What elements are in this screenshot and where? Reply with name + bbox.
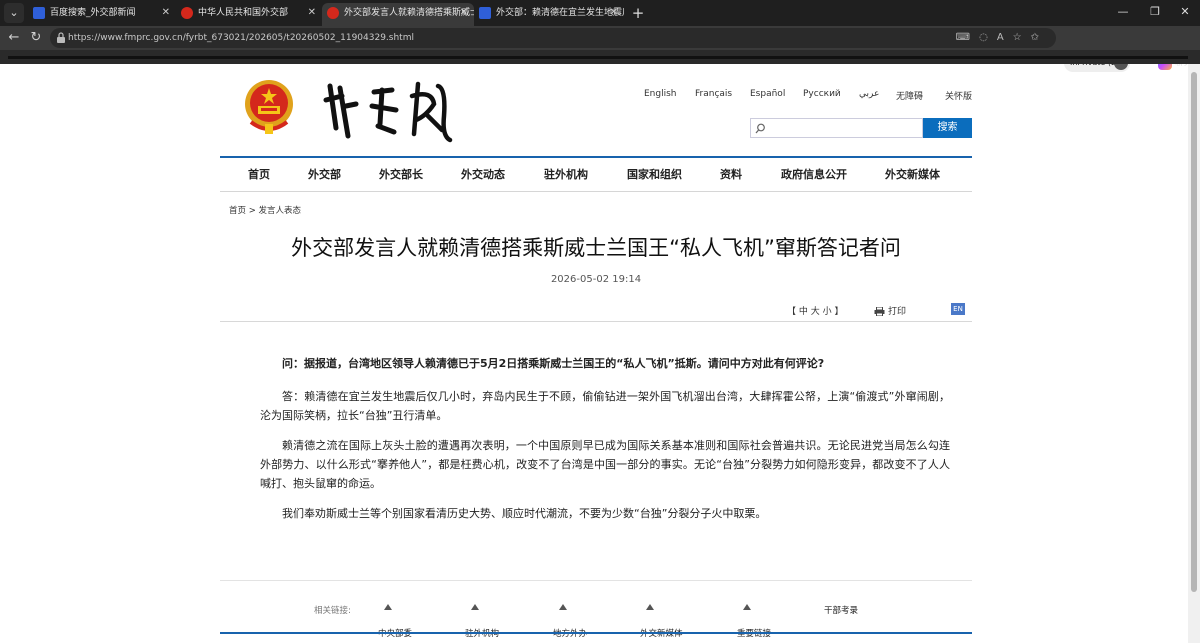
tab-close-icon[interactable]: ✕ <box>610 3 618 23</box>
article-paragraph: 答：赖清德在宜兰发生地震后仅几小时，弃岛内民生于不顾，偷偷钻进一架外国飞机溜出台… <box>260 390 950 422</box>
related-link-central-departments[interactable]: 中央部委 <box>378 604 412 639</box>
article-date: 2026-05-02 19:14 <box>550 274 642 285</box>
printer-icon <box>874 307 885 316</box>
tab-actions-menu-button[interactable]: ⌄ <box>4 3 24 23</box>
related-link-new-media[interactable]: 外交新媒体 <box>640 604 683 639</box>
expand-up-icon <box>471 604 479 610</box>
tab-title: 百度搜索_外交部新闻 <box>50 8 136 18</box>
page-content: English Français Español Русский عربي 无障… <box>220 64 972 643</box>
lang-russian-link[interactable]: Русский <box>803 89 841 99</box>
ministry-calligraphy-logo <box>323 81 453 143</box>
related-link-recruitment[interactable]: 干部考录 <box>824 604 858 616</box>
breadcrumb: 首页 > 发言人表态 <box>229 204 301 216</box>
article-title: 外交部发言人就赖清德搭乘斯威士兰国王“私人飞机”窜斯答记者问 <box>291 236 901 260</box>
browser-tab-4[interactable]: 外交部：赖清德在宜兰发生地震后 ✕ <box>474 3 624 26</box>
related-link-local-fao[interactable]: 地方外办 <box>553 604 587 639</box>
footer-divider <box>220 632 972 634</box>
search-button[interactable]: 搜索 <box>923 118 972 138</box>
address-tools-icons[interactable]: ⌨◌A☆✩ <box>956 28 1048 48</box>
browser-tab-3-active[interactable]: 外交部发言人就赖清德搭乘斯威士 ✕ <box>322 3 474 26</box>
related-links-bar: 相关链接: 中央部委 驻外机构 地方外办 外交新媒体 重要链接 干部考录 <box>220 580 972 640</box>
nav-item-diplomatic-news[interactable]: 外交动态 <box>461 166 505 182</box>
page-favicon-icon <box>479 7 491 19</box>
expand-up-icon <box>559 604 567 610</box>
elderly-care-version-link[interactable]: 关怀版 <box>945 89 972 102</box>
nav-item-gov-info[interactable]: 政府信息公开 <box>781 166 847 182</box>
browser-tab-bar: ⌄ 百度搜索_外交部新闻 ✕ 中华人民共和国外交部 ✕ 外交部发言人就赖清德搭乘… <box>0 0 1200 26</box>
refresh-button[interactable]: ↻ <box>26 28 46 48</box>
article-paragraph: 赖清德之流在国际上灰头土脸的遭遇再次表明，一个中国原则早已成为国际关系基本准则和… <box>260 439 950 490</box>
expand-up-icon <box>646 604 654 610</box>
nav-item-new-media[interactable]: 外交新媒体 <box>885 166 940 182</box>
breadcrumb-current-link[interactable]: 发言人表态 <box>259 206 302 216</box>
tab-title: 外交部：赖清德在宜兰发生地震后 <box>496 8 624 18</box>
tab-close-icon[interactable]: ✕ <box>460 3 468 23</box>
article-question: 问：据报道，台湾地区领导人赖清德已于5月2日搭乘斯威士兰国王的“私人飞机”抵斯。… <box>282 357 825 370</box>
baidu-favicon-icon <box>33 7 45 19</box>
expand-up-icon <box>743 604 751 610</box>
article-tools: 【 中 大 小 】 打印 EN <box>220 300 972 322</box>
tab-title: 中华人民共和国外交部 <box>198 8 289 18</box>
english-version-badge[interactable]: EN <box>951 303 965 315</box>
expand-up-icon <box>384 604 392 610</box>
minimize-button[interactable]: — <box>1108 2 1138 22</box>
scrollbar-thumb[interactable] <box>1191 72 1197 592</box>
nav-item-ministry[interactable]: 外交部 <box>308 166 341 182</box>
close-window-button[interactable]: ✕ <box>1170 2 1200 22</box>
national-emblem-icon <box>245 80 293 134</box>
article-body: 问：据报道，台湾地区领导人赖清德已于5月2日搭乘斯威士兰国王的“私人飞机”抵斯。… <box>260 354 950 534</box>
emblem-favicon-icon <box>181 7 193 19</box>
search-input[interactable] <box>750 118 923 138</box>
address-bar[interactable]: https://www.fmprc.gov.cn/fyrbt_673021/20… <box>50 28 1056 48</box>
nav-item-resources[interactable]: 资料 <box>720 166 742 182</box>
breadcrumb-home-link[interactable]: 首页 <box>229 206 246 216</box>
search-icon <box>755 123 765 134</box>
tab-close-icon[interactable]: ✕ <box>162 3 170 23</box>
font-size-controls[interactable]: 【 中 大 小 】 <box>787 304 843 317</box>
breadcrumb-separator: > <box>248 206 256 216</box>
maximize-button[interactable]: ❐ <box>1140 2 1170 22</box>
page-scrollbar[interactable] <box>1188 64 1200 643</box>
tab-title: 外交部发言人就赖清德搭乘斯威士 <box>344 8 474 18</box>
lock-icon <box>57 32 65 43</box>
site-search: 搜索 <box>750 118 972 138</box>
main-navigation: 首页 外交部 外交部长 外交动态 驻外机构 国家和组织 资料 政府信息公开 外交… <box>220 156 972 192</box>
address-toolbar: ← ↻ https://www.fmprc.gov.cn/fyrbt_67302… <box>0 26 1200 72</box>
url-text: https://www.fmprc.gov.cn/fyrbt_673021/20… <box>68 33 414 43</box>
language-links: English Français Español Русский عربي 无障… <box>640 89 972 103</box>
related-links-label: 相关链接: <box>314 606 351 616</box>
favorites-bar <box>0 50 1200 64</box>
related-link-important[interactable]: 重要链接 <box>737 604 771 639</box>
article-paragraph: 我们奉劝斯威士兰等个别国家看清历史大势、顺应时代潮流，不要为少数“台独”分裂分子… <box>282 507 767 520</box>
browser-tab-2[interactable]: 中华人民共和国外交部 ✕ <box>176 3 322 26</box>
back-button[interactable]: ← <box>4 28 24 48</box>
related-link-missions[interactable]: 驻外机构 <box>465 604 499 639</box>
lang-english-link[interactable]: English <box>644 89 677 99</box>
browser-tab-1[interactable]: 百度搜索_外交部新闻 ✕ <box>28 3 176 26</box>
tab-close-icon[interactable]: ✕ <box>308 3 316 23</box>
new-tab-button[interactable]: + <box>628 3 648 23</box>
favorites-strip <box>8 56 1188 59</box>
print-label: 打印 <box>888 307 907 317</box>
lang-arabic-link[interactable]: عربي <box>859 89 879 99</box>
lang-french-link[interactable]: Français <box>695 89 732 99</box>
accessibility-link[interactable]: 无障碍 <box>896 89 923 102</box>
lang-spanish-link[interactable]: Español <box>750 89 785 99</box>
nav-item-minister[interactable]: 外交部长 <box>379 166 423 182</box>
nav-item-missions[interactable]: 驻外机构 <box>544 166 588 182</box>
emblem-favicon-icon <box>327 7 339 19</box>
nav-item-countries[interactable]: 国家和组织 <box>627 166 682 182</box>
print-button[interactable]: 打印 <box>874 304 906 317</box>
nav-item-home[interactable]: 首页 <box>248 166 270 182</box>
